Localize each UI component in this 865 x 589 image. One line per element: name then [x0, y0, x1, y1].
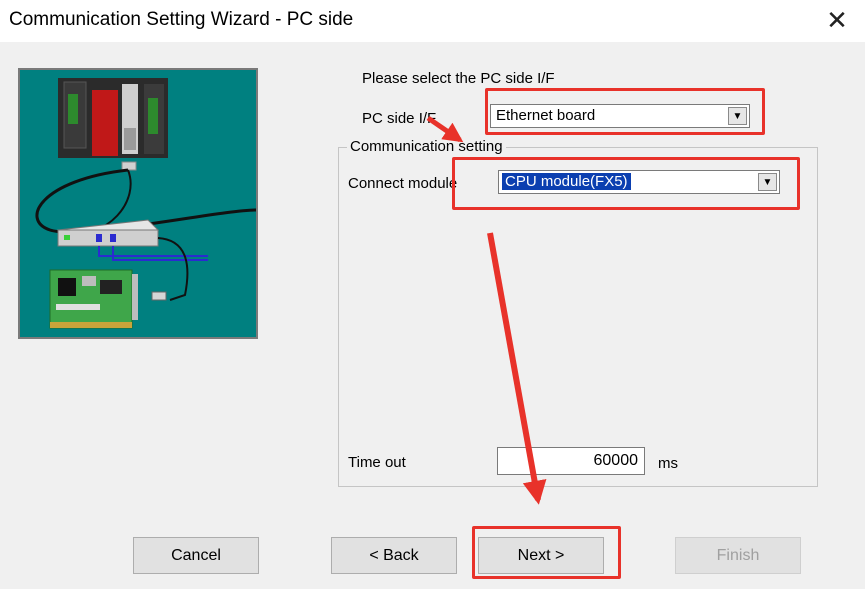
communication-setting-group: [338, 147, 818, 487]
close-icon[interactable]: ✕: [818, 4, 856, 36]
pc-side-if-dropdown[interactable]: Ethernet board ▼: [490, 104, 750, 128]
title-bar: Communication Setting Wizard - PC side ✕: [0, 0, 865, 43]
chevron-down-icon[interactable]: ▼: [728, 107, 747, 125]
next-button[interactable]: Next >: [478, 537, 604, 574]
connect-module-dropdown[interactable]: CPU module(FX5) ▼: [498, 170, 780, 194]
cancel-button[interactable]: Cancel: [133, 537, 259, 574]
pc-side-if-label: PC side I/F: [362, 110, 437, 127]
communication-setting-title: Communication setting: [347, 138, 506, 155]
back-button[interactable]: < Back: [331, 537, 457, 574]
network-illustration: [18, 68, 258, 339]
timeout-label: Time out: [348, 454, 406, 471]
finish-button: Finish: [675, 537, 801, 574]
plc-network-diagram: [35, 78, 257, 329]
window-title: Communication Setting Wizard - PC side: [9, 9, 354, 30]
pc-side-if-value: Ethernet board: [496, 107, 596, 124]
chevron-down-icon[interactable]: ▼: [758, 173, 777, 191]
timeout-input[interactable]: 60000: [497, 447, 645, 475]
connect-module-value: CPU module(FX5): [502, 173, 631, 190]
timeout-unit: ms: [658, 455, 678, 472]
pc-side-prompt: Please select the PC side I/F: [362, 70, 555, 87]
connect-module-label: Connect module: [348, 175, 458, 192]
timeout-value: 60000: [593, 452, 639, 469]
